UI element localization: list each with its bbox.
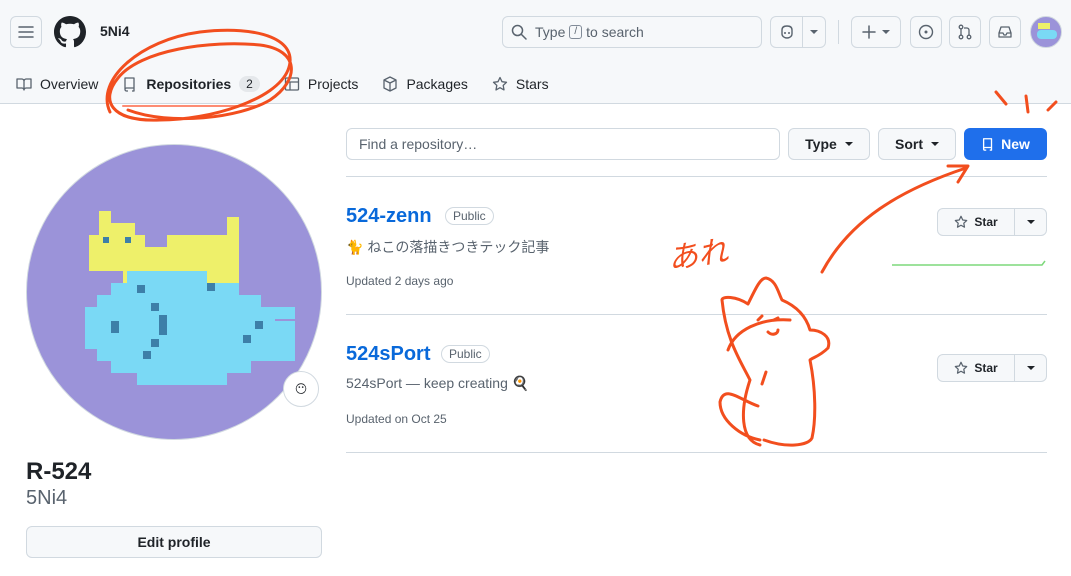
inbox-button[interactable] — [989, 16, 1021, 48]
visibility-badge: Public — [441, 345, 490, 363]
star-toggle[interactable]: Star — [938, 209, 1015, 235]
issues-button[interactable] — [910, 16, 942, 48]
repo-icon — [983, 138, 993, 151]
tab-repositories[interactable]: Repositories 2 — [122, 68, 272, 107]
search-input[interactable]: Type / to search — [502, 16, 762, 48]
star-icon — [492, 76, 508, 91]
pixel-cat-fish-avatar — [85, 211, 295, 385]
chevron-down-icon — [931, 142, 939, 146]
tab-label: Repositories — [146, 76, 232, 92]
find-repository-input[interactable]: Find a repository… — [346, 128, 780, 160]
new-label: New — [1001, 136, 1030, 152]
global-header: 5Ni4 Type / to search Overview Repositor… — [0, 0, 1071, 107]
handwritten-are-text: あれ — [666, 234, 731, 277]
status-emoji-button[interactable]: 😶 — [283, 371, 319, 407]
divider — [346, 452, 1047, 453]
repo-link[interactable]: 524sPort — [346, 343, 431, 366]
repo-description: 524sPort — keep creating 🍳 — [346, 375, 530, 391]
tab-packages[interactable]: Packages — [382, 68, 479, 100]
type-filter-button[interactable]: Type — [788, 128, 870, 160]
divider — [346, 314, 1047, 315]
tab-label: Packages — [406, 76, 468, 92]
context-username[interactable]: 5Ni4 — [100, 23, 130, 39]
repo-updated: Updated 2 days ago — [346, 274, 454, 288]
git-pull-request-icon — [958, 24, 972, 40]
copilot-icon[interactable] — [771, 17, 803, 47]
chevron-down-icon — [882, 30, 890, 34]
tab-label: Stars — [515, 76, 549, 92]
plus-icon — [862, 25, 876, 39]
visibility-badge: Public — [445, 207, 494, 225]
profile-avatar[interactable] — [26, 144, 322, 440]
type-filter-label: Type — [805, 136, 837, 152]
star-button[interactable]: Star — [937, 208, 1047, 236]
tab-stars[interactable]: Stars — [492, 68, 561, 100]
copilot-dropdown[interactable] — [803, 17, 825, 47]
table-icon — [284, 77, 300, 91]
github-logo-icon[interactable] — [54, 16, 86, 48]
copilot-button[interactable] — [770, 16, 826, 48]
star-icon — [955, 215, 968, 228]
header-divider — [838, 20, 839, 44]
star-icon — [955, 361, 968, 374]
tab-label: Overview — [40, 76, 99, 92]
package-icon — [383, 76, 398, 92]
profile-login: 5Ni4 — [26, 487, 68, 509]
chevron-down-icon — [810, 30, 818, 34]
star-label: Star — [974, 361, 998, 375]
divider — [346, 176, 1047, 177]
menu-button[interactable] — [10, 16, 42, 48]
pull-requests-button[interactable] — [949, 16, 981, 48]
user-avatar-button[interactable] — [1030, 16, 1062, 48]
tab-projects[interactable]: Projects — [284, 68, 371, 100]
repo-count-badge: 2 — [239, 76, 260, 92]
chevron-down-icon — [1026, 366, 1035, 370]
repo-link[interactable]: 524-zenn — [346, 205, 432, 228]
chevron-down-icon — [844, 142, 853, 146]
activity-sparkline — [892, 260, 1046, 266]
repo-icon — [124, 77, 136, 92]
star-label: Star — [974, 215, 998, 229]
search-prefix: Type — [535, 24, 566, 40]
chevron-down-icon — [1026, 220, 1035, 224]
star-list-dropdown[interactable] — [1015, 355, 1046, 381]
new-repository-button[interactable]: New — [964, 128, 1047, 160]
search-icon — [511, 24, 527, 40]
star-button[interactable]: Star — [937, 354, 1047, 382]
search-suffix: to search — [586, 24, 644, 40]
hamburger-icon — [18, 26, 34, 38]
create-new-button[interactable] — [851, 16, 901, 48]
search-shortcut-key: / — [569, 25, 583, 39]
sort-label: Sort — [895, 136, 923, 152]
profile-tabs: Overview Repositories 2 Projects Package… — [16, 64, 573, 107]
edit-profile-button[interactable]: Edit profile — [26, 526, 322, 558]
cat-drawing-annotation — [718, 276, 831, 447]
tab-label: Projects — [307, 76, 359, 92]
tab-overview[interactable]: Overview — [16, 68, 110, 100]
star-list-dropdown[interactable] — [1015, 209, 1046, 235]
issue-opened-icon — [918, 24, 934, 40]
star-toggle[interactable]: Star — [938, 355, 1015, 381]
repo-updated: Updated on Oct 25 — [346, 412, 447, 426]
book-icon — [16, 78, 32, 91]
avatar — [1037, 23, 1057, 39]
profile-full-name: R-524 — [26, 458, 92, 485]
inbox-icon — [998, 26, 1012, 38]
sort-button[interactable]: Sort — [878, 128, 956, 160]
repo-description: 🐈 ねこの落描きつきテック記事 — [346, 239, 550, 255]
